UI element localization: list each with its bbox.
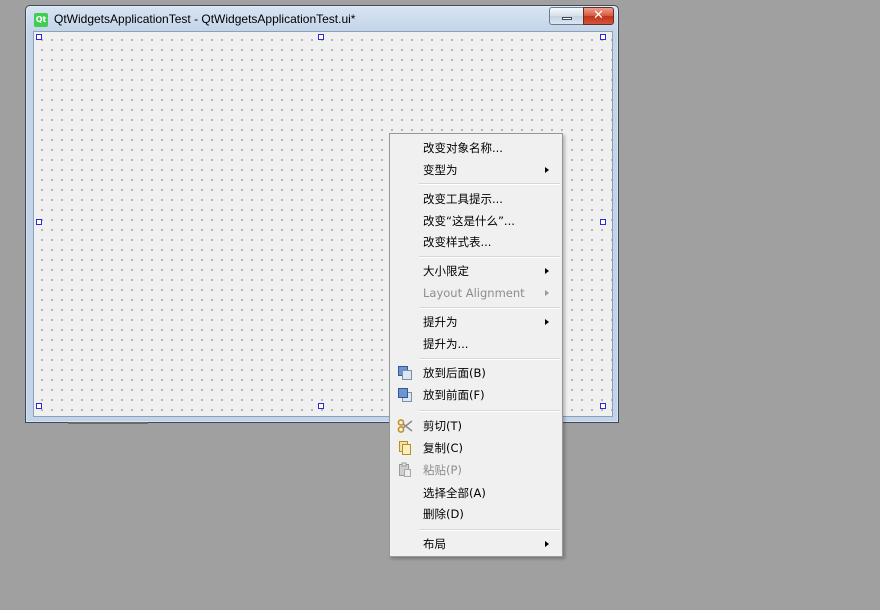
menu-separator [419, 307, 560, 309]
title-bar[interactable]: Qt QtWidgetsApplicationTest - QtWidgetsA… [26, 6, 618, 31]
resize-handle-top-left[interactable] [36, 34, 42, 40]
menu-item-copy[interactable]: 复制(C) [392, 437, 560, 459]
menu-item-cut[interactable]: 剪切(T) [392, 415, 560, 437]
menu-item-layout[interactable]: 布局 [392, 533, 560, 555]
send-to-back-icon [397, 365, 413, 381]
menu-item-size-constraints[interactable]: 大小限定 [392, 260, 560, 282]
menu-separator [419, 410, 560, 412]
bring-to-front-icon [397, 387, 413, 403]
menu-item-change-whats-this[interactable]: 改变“这是什么”... [392, 210, 560, 232]
submenu-arrow-icon [545, 268, 549, 274]
menu-item-send-to-back[interactable]: 放到后面(B) [392, 362, 560, 384]
resize-handle-bottom-right[interactable] [600, 403, 606, 409]
menu-item-delete[interactable]: 删除(D) [392, 503, 560, 525]
menu-item-promote-to-submenu[interactable]: 提升为 [392, 311, 560, 333]
menu-item-change-tooltip[interactable]: 改变工具提示... [392, 188, 560, 210]
window-title: QtWidgetsApplicationTest - QtWidgetsAppl… [54, 12, 356, 26]
menu-item-promote-to-dialog[interactable]: 提升为... [392, 333, 560, 355]
menu-item-change-stylesheet[interactable]: 改变样式表... [392, 231, 560, 253]
submenu-arrow-icon [545, 290, 549, 296]
resize-handle-top[interactable] [318, 34, 324, 40]
menu-item-layout-alignment[interactable]: Layout Alignment [392, 282, 560, 304]
qt-logo-icon: Qt [34, 13, 48, 27]
minimize-button[interactable] [549, 7, 584, 25]
close-button[interactable]: ✕ [583, 7, 614, 25]
resize-handle-right[interactable] [600, 219, 606, 225]
menu-item-paste[interactable]: 粘贴(P) [392, 459, 560, 481]
menu-item-bring-to-front[interactable]: 放到前面(F) [392, 384, 560, 406]
menu-separator [419, 358, 560, 360]
menu-separator [419, 183, 560, 185]
submenu-arrow-icon [545, 541, 549, 547]
resize-handle-bottom[interactable] [318, 403, 324, 409]
copy-icon [397, 440, 413, 456]
window-shadow-edge [68, 422, 148, 424]
submenu-arrow-icon [545, 319, 549, 325]
menu-item-select-all[interactable]: 选择全部(A) [392, 482, 560, 504]
menu-item-morph-into[interactable]: 变型为 [392, 159, 560, 181]
menu-separator [419, 529, 560, 531]
menu-separator [419, 256, 560, 258]
resize-handle-left[interactable] [36, 219, 42, 225]
scissors-icon [397, 418, 413, 434]
context-menu: 改变对象名称... 变型为 改变工具提示... 改变“这是什么”... 改变样式… [389, 133, 563, 557]
resize-handle-bottom-left[interactable] [36, 403, 42, 409]
resize-handle-top-right[interactable] [600, 34, 606, 40]
submenu-arrow-icon [545, 167, 549, 173]
menu-item-change-object-name[interactable]: 改变对象名称... [392, 137, 560, 159]
paste-icon [397, 462, 413, 478]
